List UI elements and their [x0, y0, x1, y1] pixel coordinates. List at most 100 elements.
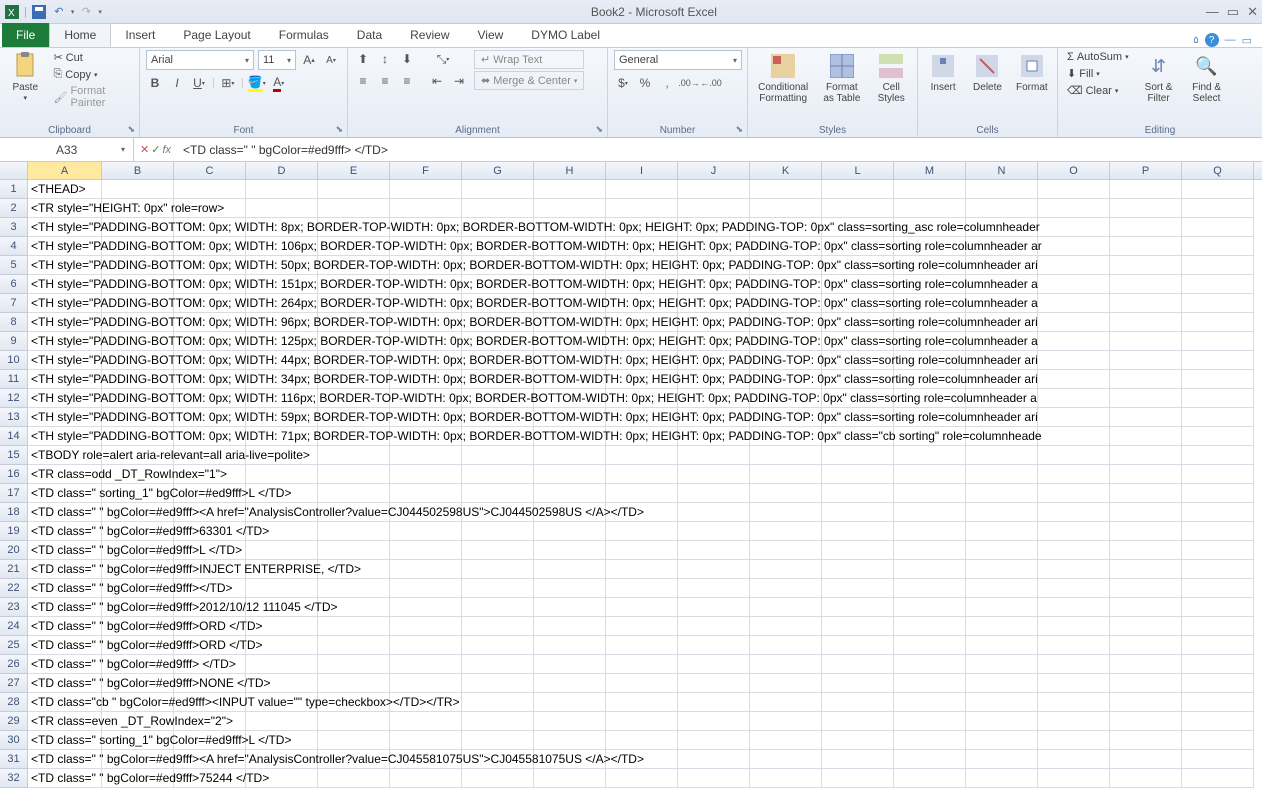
cell[interactable]: <TD class=" " bgColor=#ed9fff>ORD </TD>	[28, 636, 102, 655]
cell[interactable]	[894, 769, 966, 788]
column-header-F[interactable]: F	[390, 162, 462, 179]
cell[interactable]	[678, 769, 750, 788]
cell[interactable]	[606, 617, 678, 636]
cell[interactable]	[462, 769, 534, 788]
cell[interactable]	[462, 180, 534, 199]
row-header[interactable]: 29	[0, 712, 28, 731]
row-header[interactable]: 19	[0, 522, 28, 541]
cell[interactable]	[1110, 408, 1182, 427]
cell[interactable]	[966, 693, 1038, 712]
cell[interactable]	[966, 465, 1038, 484]
column-header-B[interactable]: B	[102, 162, 174, 179]
cell[interactable]	[1110, 693, 1182, 712]
cell[interactable]	[462, 617, 534, 636]
cell[interactable]	[894, 712, 966, 731]
cell[interactable]	[1182, 294, 1254, 313]
cell[interactable]	[750, 731, 822, 750]
cell[interactable]	[894, 446, 966, 465]
cell[interactable]	[1182, 237, 1254, 256]
cell[interactable]	[462, 731, 534, 750]
cell[interactable]	[1182, 636, 1254, 655]
file-tab[interactable]: File	[2, 23, 49, 47]
align-bottom-icon[interactable]: ⬇	[398, 50, 416, 68]
format-as-table-button[interactable]: Format as Table	[818, 50, 865, 106]
cell[interactable]: <TD class=" " bgColor=#ed9fff><A href="A…	[28, 750, 102, 769]
cell[interactable]	[102, 180, 174, 199]
cell[interactable]	[1110, 750, 1182, 769]
row-header[interactable]: 21	[0, 560, 28, 579]
sort-filter-button[interactable]: ⇵Sort & Filter	[1138, 50, 1180, 106]
cell[interactable]	[1110, 275, 1182, 294]
cell[interactable]	[966, 598, 1038, 617]
cell[interactable]	[462, 560, 534, 579]
cell[interactable]	[750, 655, 822, 674]
cell[interactable]	[1038, 598, 1110, 617]
cell[interactable]	[750, 693, 822, 712]
cell[interactable]	[1182, 180, 1254, 199]
tab-home[interactable]: Home	[49, 23, 111, 47]
cell[interactable]	[1110, 731, 1182, 750]
cell[interactable]	[606, 712, 678, 731]
cell[interactable]	[246, 180, 318, 199]
row-header[interactable]: 25	[0, 636, 28, 655]
cell[interactable]	[822, 655, 894, 674]
cell[interactable]	[390, 199, 462, 218]
cell[interactable]	[1110, 199, 1182, 218]
cell[interactable]	[606, 465, 678, 484]
cell[interactable]: <TR class=odd _DT_RowIndex="1">	[28, 465, 102, 484]
cell[interactable]	[894, 503, 966, 522]
select-all-button[interactable]	[0, 162, 28, 179]
comma-icon[interactable]: ,	[658, 74, 676, 92]
cell[interactable]: <TD class=" " bgColor=#ed9fff><A href="A…	[28, 503, 102, 522]
cell[interactable]	[966, 636, 1038, 655]
cell[interactable]	[1110, 769, 1182, 788]
column-header-E[interactable]: E	[318, 162, 390, 179]
cell[interactable]	[1182, 598, 1254, 617]
format-button[interactable]: Format	[1013, 50, 1051, 95]
cell[interactable]	[1038, 370, 1110, 389]
cell[interactable]	[390, 598, 462, 617]
row-header[interactable]: 31	[0, 750, 28, 769]
cell[interactable]	[750, 750, 822, 769]
cell[interactable]	[462, 579, 534, 598]
column-header-I[interactable]: I	[606, 162, 678, 179]
cell[interactable]	[1038, 560, 1110, 579]
cell[interactable]	[678, 731, 750, 750]
cell[interactable]	[534, 617, 606, 636]
cell[interactable]	[822, 199, 894, 218]
cell[interactable]	[534, 655, 606, 674]
cell[interactable]	[1182, 674, 1254, 693]
doc-minimize-icon[interactable]: —	[1225, 34, 1236, 46]
cell[interactable]	[1038, 294, 1110, 313]
undo-dropdown[interactable]: ▾	[71, 8, 75, 16]
cell[interactable]	[1182, 579, 1254, 598]
cell[interactable]	[1110, 522, 1182, 541]
cell[interactable]	[318, 712, 390, 731]
cell[interactable]: <TD class=" " bgColor=#ed9fff>2012/10/12…	[28, 598, 102, 617]
cell[interactable]: <TD class=" sorting_1" bgColor=#ed9fff>L…	[28, 731, 102, 750]
font-color-button[interactable]: A▾	[270, 74, 288, 92]
cell[interactable]	[462, 598, 534, 617]
cell[interactable]	[822, 484, 894, 503]
cell[interactable]	[1110, 598, 1182, 617]
cell[interactable]	[318, 199, 390, 218]
cell[interactable]	[462, 636, 534, 655]
alignment-dialog-icon[interactable]: ⬊	[595, 124, 603, 135]
cell[interactable]: <TD class=" " bgColor=#ed9fff>INJECT ENT…	[28, 560, 102, 579]
cell[interactable]	[678, 199, 750, 218]
cell[interactable]	[966, 503, 1038, 522]
cell[interactable]	[534, 693, 606, 712]
bold-button[interactable]: B	[146, 74, 164, 92]
cell[interactable]	[750, 598, 822, 617]
cell[interactable]	[246, 541, 318, 560]
cell[interactable]	[822, 598, 894, 617]
column-header-P[interactable]: P	[1110, 162, 1182, 179]
decrease-font-icon[interactable]: A▾	[322, 51, 340, 69]
cell[interactable]	[1110, 503, 1182, 522]
cell[interactable]	[462, 484, 534, 503]
cell[interactable]	[822, 750, 894, 769]
cell[interactable]: <TD class=" " bgColor=#ed9fff>ORD </TD>	[28, 617, 102, 636]
cell[interactable]	[1182, 408, 1254, 427]
cell[interactable]	[174, 180, 246, 199]
cell[interactable]	[390, 636, 462, 655]
